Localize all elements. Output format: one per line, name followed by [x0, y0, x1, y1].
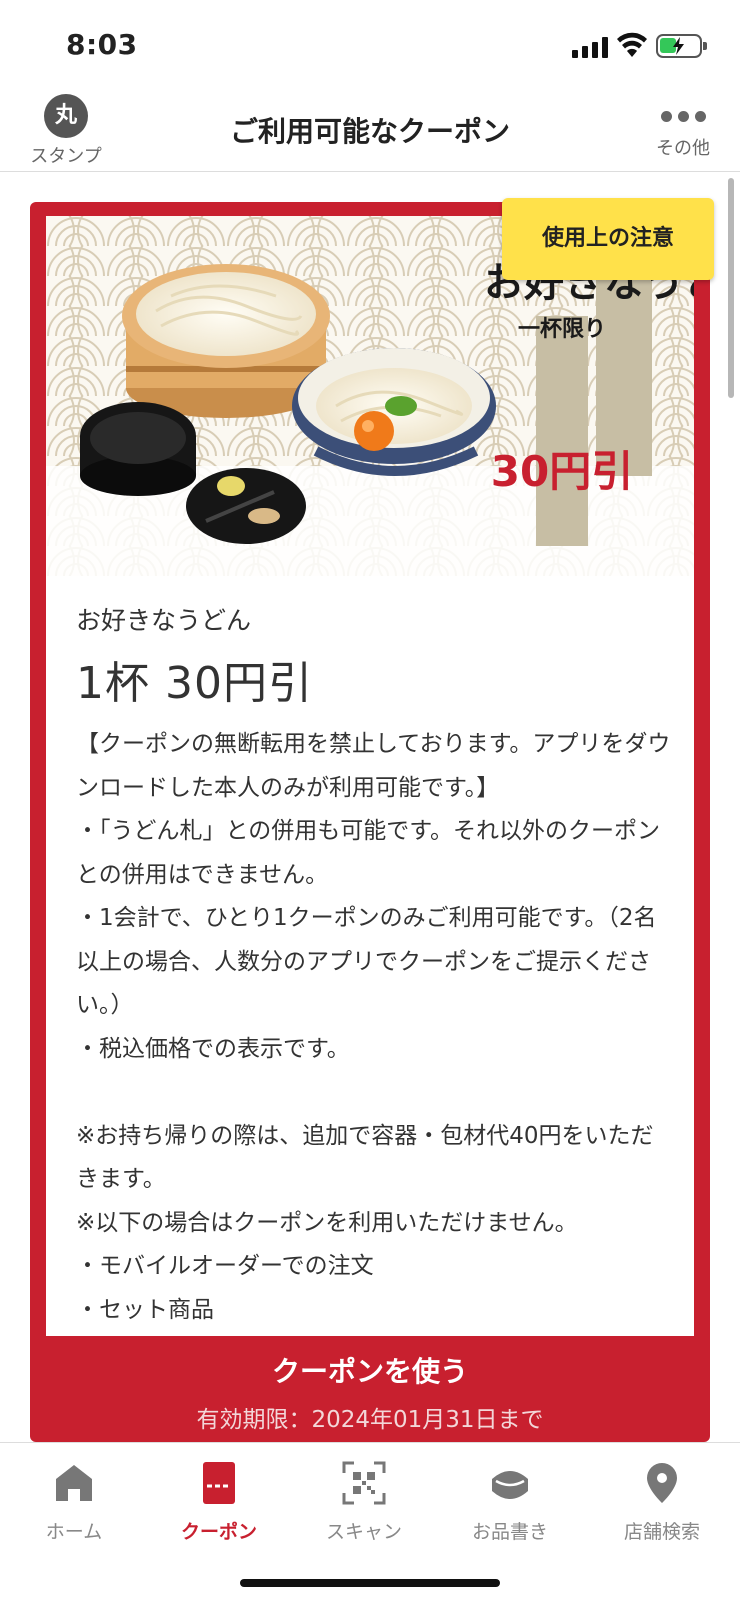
- home-indicator: [240, 1579, 500, 1587]
- cellular-signal-icon: [572, 36, 608, 58]
- usage-notice-button[interactable]: 使用上の注意: [502, 198, 714, 280]
- tab-coupon[interactable]: クーポン: [145, 1455, 293, 1544]
- use-coupon-button[interactable]: クーポンを使う 有効期限：2024年01月31日まで: [30, 1336, 710, 1442]
- wifi-icon: [617, 32, 647, 57]
- tab-scan[interactable]: スキャン: [290, 1455, 438, 1544]
- use-coupon-label: クーポンを使う: [271, 1355, 468, 1388]
- coupon-card: 使用上の注意 お好きなう 一杯限り 30円引 お好きなうどん 1杯 30円引 【…: [30, 198, 714, 1442]
- tab-bar: ホーム クーポン スキャン お品書き 店舗検索: [0, 1442, 740, 1601]
- app-header: 丸 スタンプ ご利用可能なクーポン その他: [0, 90, 740, 172]
- scrollbar[interactable]: [728, 178, 734, 398]
- coupon-description: 【クーポンの無断転用を禁止しております。アプリをダウンロードした本人のみが利用可…: [76, 731, 671, 1323]
- more-button[interactable]: その他: [648, 98, 718, 160]
- hero-text-limit: 一杯限り: [518, 316, 606, 342]
- tab-home[interactable]: ホーム: [0, 1455, 148, 1544]
- coupon-validity: 有効期限：2024年01月31日まで: [196, 1407, 544, 1433]
- coupon-details: お好きなうどん 1杯 30円引 【クーポンの無断転用を禁止しております。アプリを…: [76, 601, 676, 1332]
- coupon-icon: [145, 1455, 293, 1511]
- home-icon: [0, 1455, 148, 1511]
- more-dots-icon: [648, 98, 718, 134]
- tab-menu[interactable]: お品書き: [436, 1455, 584, 1544]
- battery-icon: [656, 34, 707, 58]
- coupon-name: お好きなうどん: [76, 606, 252, 635]
- menu-bowl-icon: [436, 1455, 584, 1511]
- status-bar: 8:03: [0, 0, 740, 90]
- coupon-discount: 1杯 30円引: [76, 658, 313, 709]
- qr-scan-icon: [290, 1455, 438, 1511]
- hero-text-price: 30円引: [491, 447, 633, 496]
- coupon-card-body: お好きなうどん 一杯限り 30円引 お好きなうどん 1杯 30円引 【クーポンの…: [46, 216, 694, 1336]
- status-time: 8:03: [66, 28, 138, 61]
- location-pin-icon: [588, 1455, 736, 1511]
- page-title: ご利用可能なクーポン: [229, 115, 510, 148]
- tab-store-search[interactable]: 店舗検索: [588, 1455, 736, 1544]
- more-label: その他: [656, 138, 710, 159]
